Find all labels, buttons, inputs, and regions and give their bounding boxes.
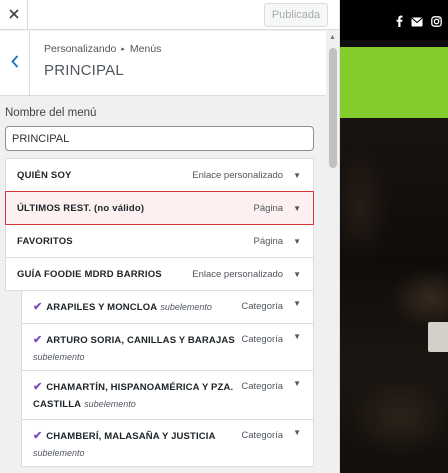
subitem-title: ARTURO SORIA, CANILLAS Y BARAJAS xyxy=(46,335,235,346)
menu-item-title: GUÍA FOODIE MDRD BARRIOS xyxy=(17,268,162,280)
expand-arrow-icon[interactable]: ▼ xyxy=(293,428,301,437)
menu-name-label: Nombre del menú xyxy=(5,107,97,119)
chevron-left-icon xyxy=(10,54,19,73)
subitem-label: subelemento xyxy=(160,302,212,312)
customizer-window: Publicada Personalizando ▸ Menús PRINCIP… xyxy=(0,0,448,473)
preview-header-band xyxy=(340,47,448,118)
menu-item-type: Enlace personalizado xyxy=(192,169,284,181)
panel-scrollbar[interactable]: ▲ xyxy=(326,31,339,473)
subitem-type: Categoría xyxy=(241,381,284,392)
mail-icon[interactable] xyxy=(411,14,423,32)
subitem-title: CHAMBERÍ, MALASAÑA Y JUSTICIA xyxy=(46,431,216,442)
subitem-type: Categoría xyxy=(241,334,284,345)
subitem-label: subelemento xyxy=(33,352,85,362)
close-button[interactable] xyxy=(0,0,28,30)
breadcrumb-separator-icon: ▸ xyxy=(121,46,125,53)
publish-button[interactable]: Publicada xyxy=(264,3,328,27)
expand-arrow-icon[interactable]: ▼ xyxy=(293,270,301,279)
customizer-panel: Publicada Personalizando ▸ Menús PRINCIP… xyxy=(0,0,340,473)
menu-items-list: QUIÉN SOY Enlace personalizado ▼ ÚLTIMOS… xyxy=(5,158,314,467)
expand-arrow-icon[interactable]: ▼ xyxy=(293,204,301,213)
checkmark-icon: ✔ xyxy=(33,381,43,393)
menu-item[interactable]: QUIÉN SOY Enlace personalizado ▼ xyxy=(5,158,314,192)
menu-item-invalid[interactable]: ÚLTIMOS REST. (no válido) Página ▼ xyxy=(5,191,314,225)
facebook-icon[interactable] xyxy=(396,14,403,32)
close-icon xyxy=(8,6,19,24)
expand-arrow-icon[interactable]: ▼ xyxy=(293,379,301,388)
expand-arrow-icon[interactable]: ▼ xyxy=(293,237,301,246)
expand-arrow-icon[interactable]: ▼ xyxy=(293,332,301,341)
checkmark-icon: ✔ xyxy=(33,430,43,442)
checkmark-icon: ✔ xyxy=(33,334,43,346)
breadcrumb-current: Menús xyxy=(129,43,162,55)
expand-arrow-icon[interactable]: ▼ xyxy=(293,171,301,180)
menu-subitem[interactable]: ✔ ARTURO SORIA, CANILLAS Y BARAJAS subele… xyxy=(21,323,314,371)
subitem-title: ARAPILES Y MONCLOA xyxy=(46,302,158,313)
menu-item-title: ÚLTIMOS REST. (no válido) xyxy=(17,202,145,214)
menu-item-title: QUIÉN SOY xyxy=(17,169,72,181)
menu-item[interactable]: GUÍA FOODIE MDRD BARRIOS Enlace personal… xyxy=(5,257,314,291)
menu-name-input[interactable] xyxy=(5,126,314,151)
social-links xyxy=(396,14,442,32)
subitem-type: Categoría xyxy=(241,301,284,312)
preview-topbar xyxy=(340,0,448,40)
section-header: Personalizando ▸ Menús PRINCIPAL xyxy=(0,31,326,96)
subitem-label: subelemento xyxy=(84,399,136,409)
menu-item-type: Página xyxy=(253,235,284,247)
scrollbar-thumb[interactable] xyxy=(329,48,337,168)
preview-hero-image xyxy=(340,118,448,473)
subitem-label: subelemento xyxy=(33,448,85,458)
page-title: PRINCIPAL xyxy=(44,62,124,79)
back-button[interactable] xyxy=(0,31,30,96)
menu-item-title: FAVORITOS xyxy=(17,235,73,247)
menu-item-type: Enlace personalizado xyxy=(192,268,284,280)
breadcrumb-parent: Personalizando xyxy=(44,43,117,55)
menu-subitem[interactable]: ✔ CHAMBERÍ, MALASAÑA Y JUSTICIA subelemen… xyxy=(21,419,314,467)
instagram-icon[interactable] xyxy=(431,14,442,32)
menu-item[interactable]: FAVORITOS Página ▼ xyxy=(5,224,314,258)
coffee-mug-image xyxy=(428,322,448,352)
menu-item-type: Página xyxy=(253,202,284,214)
expand-arrow-icon[interactable]: ▼ xyxy=(293,299,301,308)
customizer-topbar: Publicada xyxy=(0,0,339,30)
site-preview[interactable] xyxy=(340,0,448,473)
breadcrumb: Personalizando ▸ Menús xyxy=(44,43,161,55)
subitem-type: Categoría xyxy=(241,430,284,441)
scroll-up-icon[interactable]: ▲ xyxy=(329,34,336,41)
menu-subitem[interactable]: ✔ ARAPILES Y MONCLOA subelemento Categoría… xyxy=(21,290,314,324)
checkmark-icon: ✔ xyxy=(33,301,43,313)
menu-subitem[interactable]: ✔ CHAMARTÍN, HISPANOAMÉRICA Y PZA. CASTIL… xyxy=(21,370,314,420)
